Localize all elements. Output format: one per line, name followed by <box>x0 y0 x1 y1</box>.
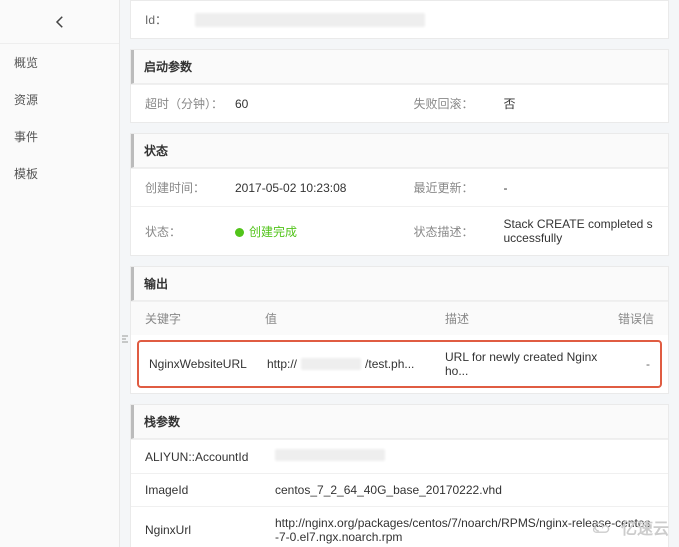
output-hdr-desc: 描述 <box>445 310 604 327</box>
stack-params-panel: 栈参数 ALIYUN::AccountIdImageIdcentos_7_2_6… <box>130 404 669 547</box>
stack-param-key: ALIYUN::AccountId <box>145 450 275 464</box>
id-label: Id： <box>145 11 195 28</box>
updated-label: 最近更新： <box>414 179 504 196</box>
output-hdr-key: 关键字 <box>145 310 265 327</box>
sidebar-item-events[interactable]: 事件 <box>0 118 119 155</box>
timeout-label: 超时（分钟）： <box>145 95 235 112</box>
stack-param-redacted <box>275 449 385 461</box>
back-button[interactable] <box>0 0 119 44</box>
output-value: http:///test.ph... <box>267 357 445 371</box>
sidebar-item-overview[interactable]: 概览 <box>0 44 119 81</box>
stack-param-row: ALIYUN::AccountId <box>131 439 668 473</box>
stack-param-key: ImageId <box>145 483 275 497</box>
stack-param-value: http://nginx.org/packages/centos/7/noarc… <box>275 516 654 544</box>
updated-value: - <box>504 181 655 195</box>
output-title: 输出 <box>131 267 668 301</box>
output-key: NginxWebsiteURL <box>149 357 267 371</box>
state-desc-label: 状态描述： <box>414 223 504 240</box>
stack-param-key: NginxUrl <box>145 523 275 537</box>
output-hdr-err: 错误信 <box>604 310 654 327</box>
id-panel: Id： <box>130 0 669 39</box>
sidebar-item-template[interactable]: 模板 <box>0 155 119 192</box>
sidebar-item-resources[interactable]: 资源 <box>0 81 119 118</box>
stack-param-value <box>275 449 654 464</box>
stack-params-title: 栈参数 <box>131 405 668 439</box>
output-err: - <box>604 357 650 371</box>
created-value: 2017-05-02 10:23:08 <box>235 181 386 195</box>
state-value: 创建完成 <box>235 223 386 240</box>
timeout-value: 60 <box>235 97 386 111</box>
state-desc-value: Stack CREATE completed successfully <box>504 217 655 245</box>
state-label: 状态： <box>145 223 235 240</box>
main-content: Id： 启动参数 超时（分钟）：60 失败回滚：否 状态 创建时间：2017-0… <box>120 0 679 547</box>
output-desc: URL for newly created Nginx ho... <box>445 350 604 378</box>
chevron-left-icon <box>51 13 69 31</box>
stack-param-value: centos_7_2_64_40G_base_20170222.vhd <box>275 483 654 497</box>
output-header-row: 关键字 值 描述 错误信 <box>131 301 668 335</box>
output-value-redacted <box>301 358 361 370</box>
status-panel: 状态 创建时间：2017-05-02 10:23:08 最近更新：- 状态：创建… <box>130 133 669 256</box>
stack-param-row: ImageIdcentos_7_2_64_40G_base_20170222.v… <box>131 473 668 506</box>
id-value-redacted <box>195 13 425 27</box>
output-panel: 输出 关键字 值 描述 错误信 NginxWebsiteURL http:///… <box>130 266 669 394</box>
status-title: 状态 <box>131 134 668 168</box>
created-label: 创建时间： <box>145 179 235 196</box>
status-dot-icon <box>235 228 244 237</box>
rollback-value: 否 <box>504 95 655 112</box>
output-hdr-val: 值 <box>265 310 445 327</box>
collapse-icon <box>120 333 132 345</box>
rollback-label: 失败回滚： <box>414 95 504 112</box>
output-row-highlighted[interactable]: NginxWebsiteURL http:///test.ph... URL f… <box>137 340 662 388</box>
sidebar: 概览 资源 事件 模板 <box>0 0 120 547</box>
startup-panel: 启动参数 超时（分钟）：60 失败回滚：否 <box>130 49 669 123</box>
sidebar-collapse-handle[interactable] <box>120 330 132 348</box>
stack-param-row: NginxUrlhttp://nginx.org/packages/centos… <box>131 506 668 547</box>
startup-title: 启动参数 <box>131 50 668 84</box>
